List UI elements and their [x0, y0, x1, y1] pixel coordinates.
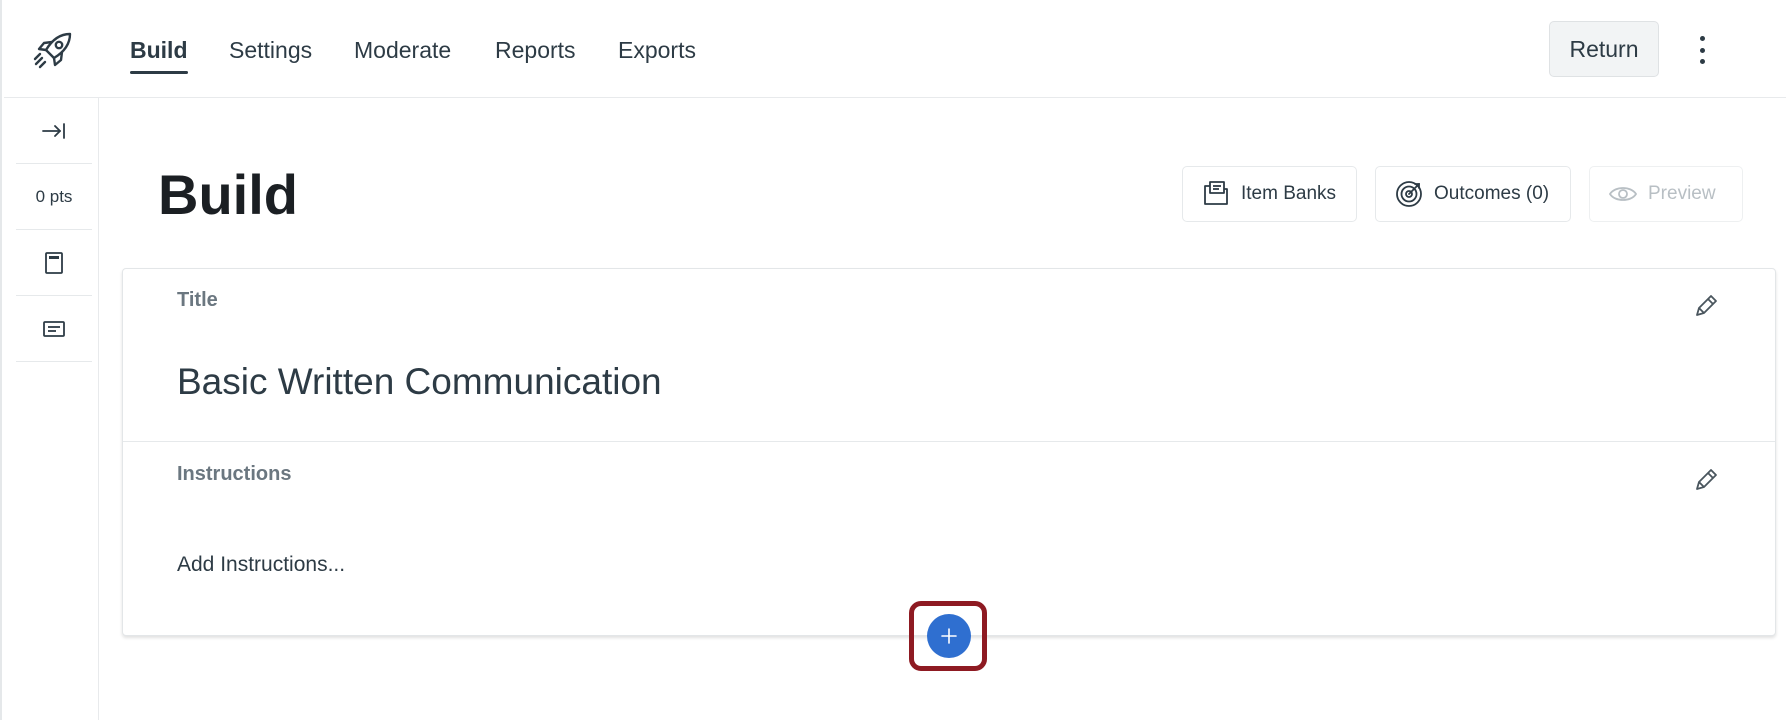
pencil-icon [1696, 295, 1717, 316]
quiz-title[interactable]: Basic Written Communication [177, 361, 662, 403]
return-button[interactable]: Return [1549, 21, 1659, 77]
top-navigation: Build Settings Moderate Reports Exports … [4, 0, 1786, 98]
outcomes-button[interactable]: Outcomes (0) [1375, 166, 1571, 222]
item-banks-icon [1204, 181, 1228, 205]
title-label: Title [177, 289, 218, 311]
app-frame: Build Settings Moderate Reports Exports … [0, 0, 1786, 720]
preview-label: Preview [1648, 183, 1716, 204]
instructions-label: Instructions [177, 463, 292, 485]
target-icon [1396, 181, 1422, 207]
total-points: 0 pts [16, 164, 92, 230]
left-rail: 0 pts [4, 98, 99, 720]
edit-instructions-button[interactable] [1691, 465, 1721, 495]
instructions-placeholder[interactable]: Add Instructions... [177, 553, 345, 577]
eye-icon [1608, 187, 1638, 201]
quiz-header-card: Title Basic Written Communication Instru… [122, 268, 1776, 636]
add-item-button[interactable] [927, 614, 971, 658]
edit-title-button[interactable] [1691, 291, 1721, 321]
expand-right-icon [42, 122, 65, 139]
plus-icon [941, 628, 957, 644]
rocket-icon[interactable] [28, 26, 78, 76]
tab-settings[interactable]: Settings [229, 34, 312, 74]
kebab-menu-icon[interactable] [1690, 32, 1714, 68]
text-block-icon [43, 320, 65, 337]
page-title: Build [158, 163, 298, 226]
card-divider [123, 441, 1775, 442]
preview-button[interactable]: Preview [1589, 166, 1743, 222]
pencil-icon [1696, 469, 1717, 490]
tab-reports[interactable]: Reports [495, 34, 576, 74]
rail-item-text-block[interactable] [16, 296, 92, 362]
tab-exports[interactable]: Exports [618, 34, 696, 74]
expand-rail-button[interactable] [16, 98, 92, 164]
tab-moderate[interactable]: Moderate [354, 34, 451, 74]
item-banks-label: Item Banks [1241, 183, 1337, 204]
rail-item-page[interactable] [16, 230, 92, 296]
outcomes-label: Outcomes (0) [1434, 183, 1550, 204]
item-banks-button[interactable]: Item Banks [1182, 166, 1357, 222]
page-icon [45, 251, 63, 274]
tab-build[interactable]: Build [130, 34, 188, 74]
